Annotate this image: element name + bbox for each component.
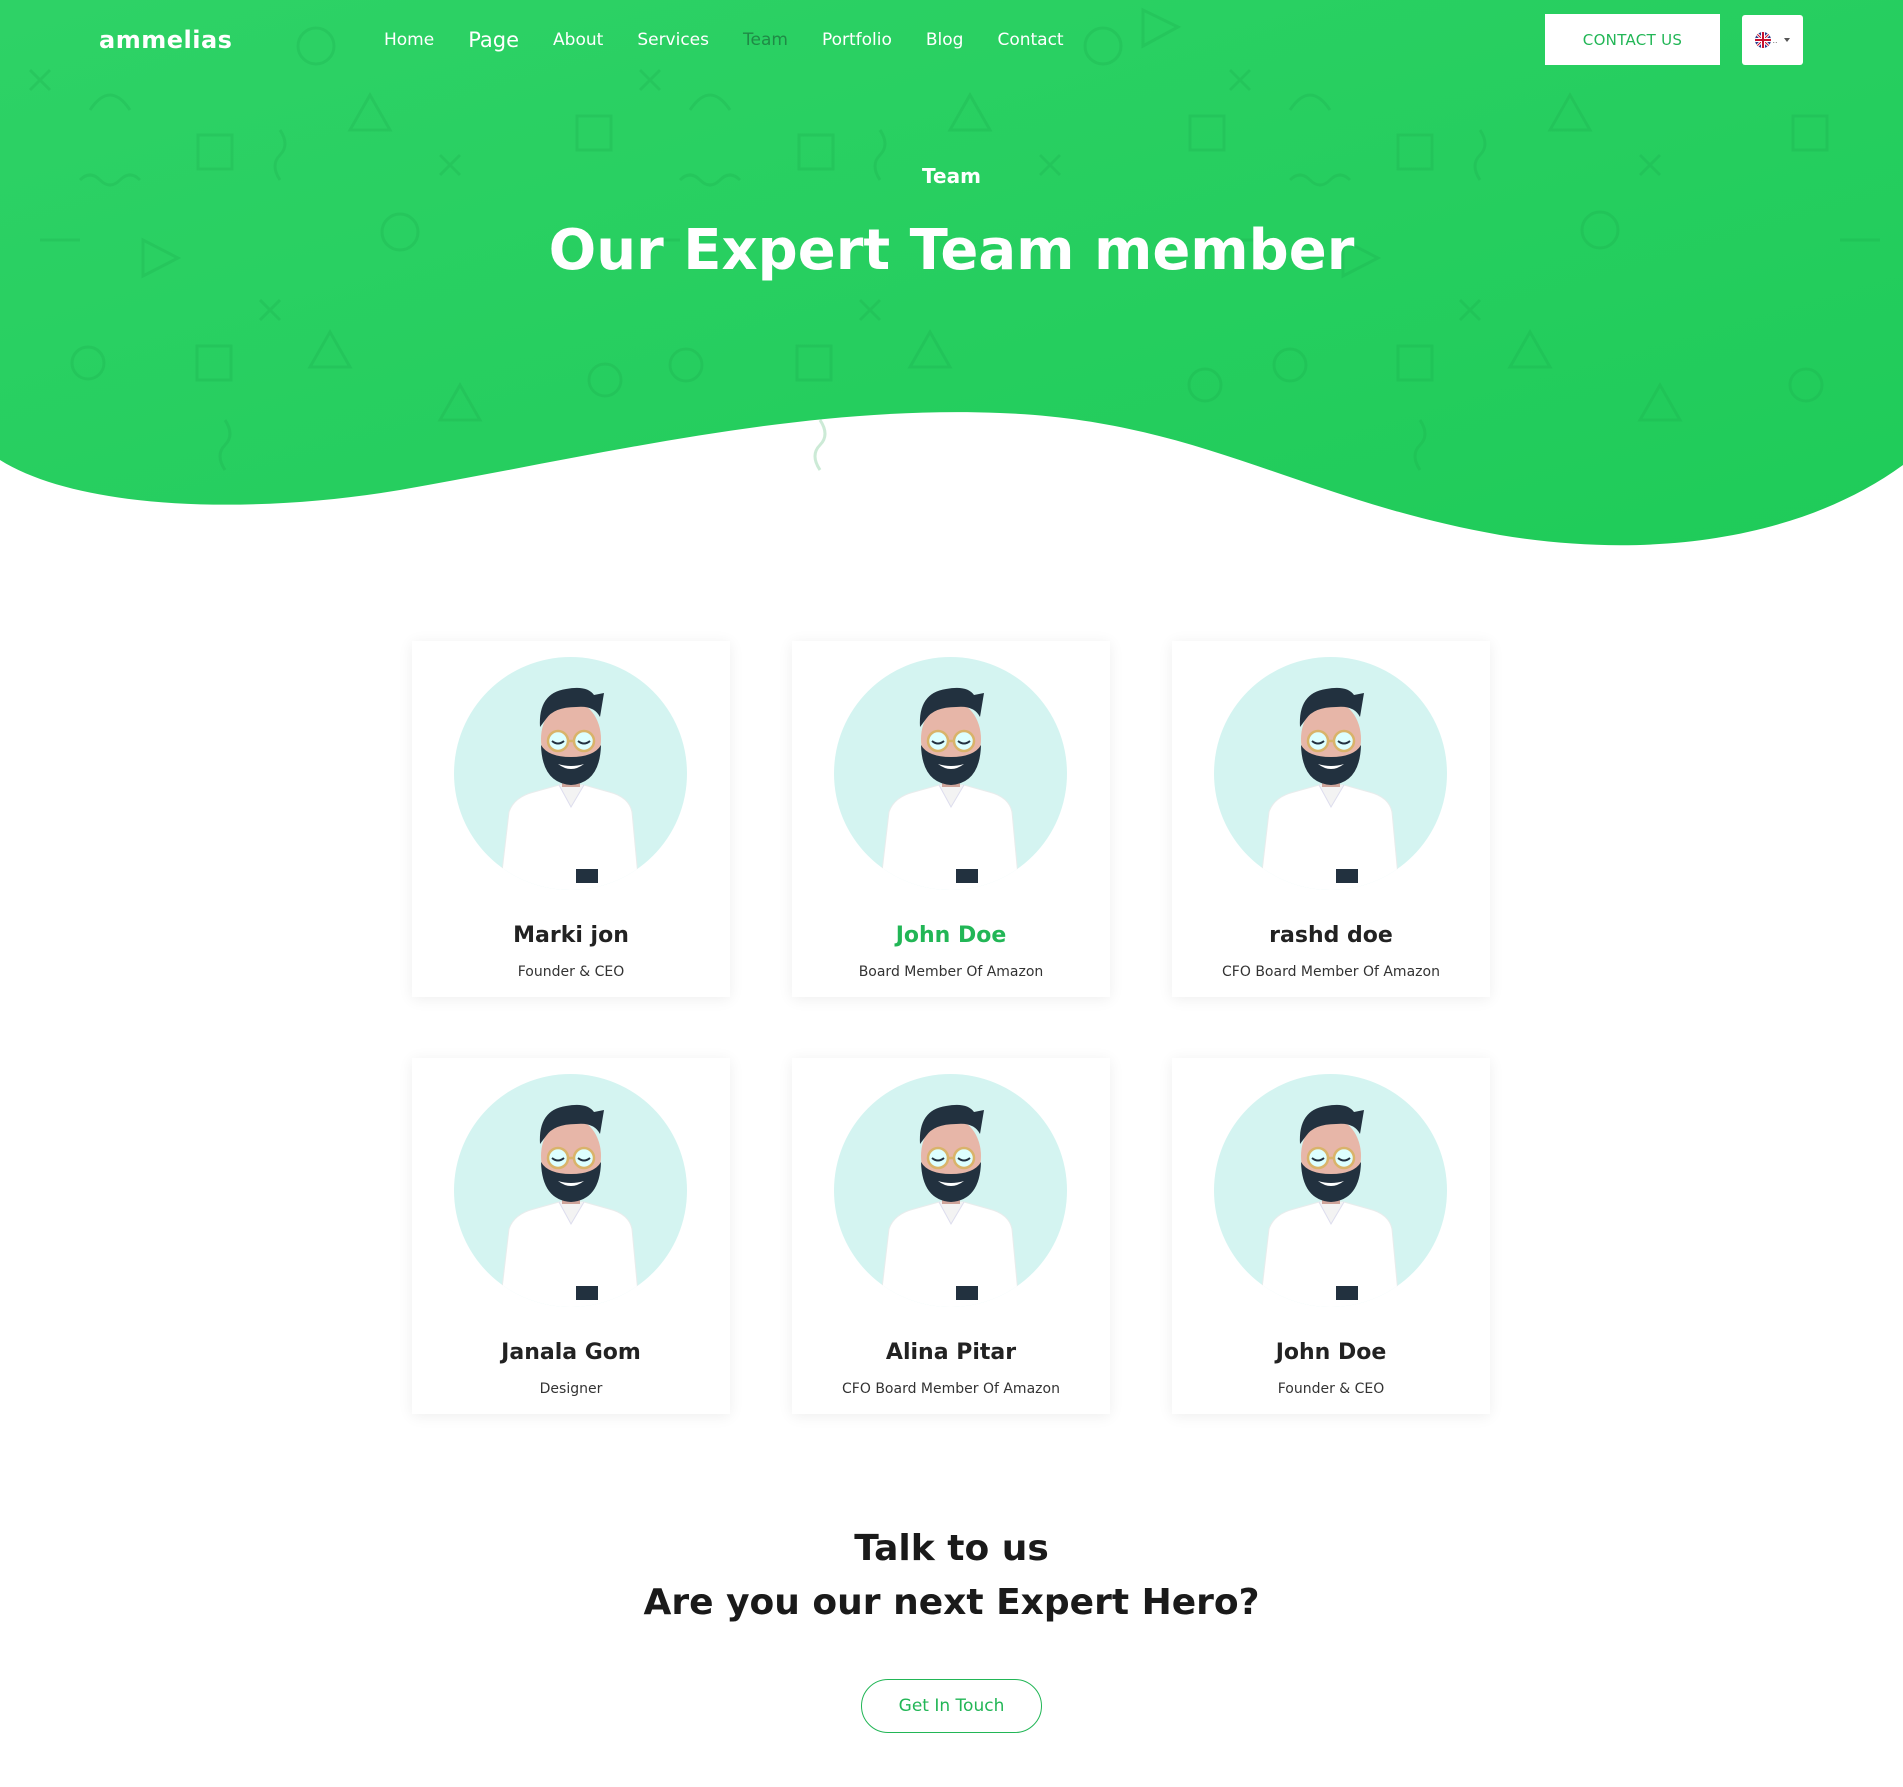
get-in-touch-button[interactable]: Get In Touch — [861, 1679, 1042, 1733]
team-card[interactable]: Alina Pitar CFO Board Member Of Amazon — [792, 1058, 1110, 1414]
team-card[interactable]: John Doe Founder & CEO — [1172, 1058, 1490, 1414]
nav-item-team[interactable]: Team — [743, 30, 788, 50]
team-card[interactable]: rashd doe CFO Board Member Of Amazon — [1172, 641, 1490, 997]
nav-item-blog[interactable]: Blog — [926, 30, 964, 50]
member-name: rashd doe — [1269, 923, 1393, 948]
hero-subtitle: Team — [922, 164, 981, 188]
uk-flag-icon — [1755, 32, 1772, 48]
language-more-indicator: .. — [1772, 35, 1778, 45]
member-name: Janala Gom — [501, 1340, 641, 1365]
avatar — [454, 1074, 687, 1307]
language-selector[interactable]: .. — [1742, 15, 1803, 65]
team-card[interactable]: John Doe Board Member Of Amazon — [792, 641, 1110, 997]
member-role: Board Member Of Amazon — [858, 964, 1044, 980]
member-role: CFO Board Member Of Amazon — [842, 1381, 1060, 1397]
member-name: Alina Pitar — [885, 1340, 1017, 1365]
team-card[interactable]: Marki jon Founder & CEO — [412, 641, 730, 997]
avatar — [834, 657, 1067, 890]
team-card[interactable]: Janala Gom Designer — [412, 1058, 730, 1414]
nav-item-home[interactable]: Home — [384, 30, 434, 50]
avatar — [454, 657, 687, 890]
avatar — [1214, 657, 1447, 890]
member-role: Founder & CEO — [1277, 1381, 1385, 1397]
chevron-down-icon — [1783, 38, 1790, 42]
brand-logo[interactable]: ammelias — [99, 26, 232, 54]
page-title: Our Expert Team member — [548, 218, 1355, 283]
member-name: John Doe — [1275, 1340, 1387, 1365]
avatar — [1214, 1074, 1447, 1307]
member-name: John Doe — [895, 923, 1007, 948]
nav-item-about[interactable]: About — [553, 30, 603, 50]
hero-section: ammelias Home Page About Services Team P… — [0, 0, 1903, 560]
cta-subtitle: Are you our next Expert Hero? — [643, 1582, 1260, 1623]
nav-item-page[interactable]: Page — [468, 28, 519, 52]
member-role: Founder & CEO — [517, 964, 625, 980]
nav-item-contact[interactable]: Contact — [997, 30, 1063, 50]
member-role: CFO Board Member Of Amazon — [1222, 964, 1440, 980]
member-role: Designer — [539, 1381, 603, 1397]
avatar — [834, 1074, 1067, 1307]
contact-us-button[interactable]: CONTACT US — [1545, 14, 1720, 65]
main-nav: Home Page About Services Team Portfolio … — [384, 28, 1098, 52]
member-name: Marki jon — [513, 923, 629, 948]
nav-item-portfolio[interactable]: Portfolio — [822, 30, 892, 50]
cta-title: Talk to us — [854, 1528, 1049, 1569]
nav-item-services[interactable]: Services — [637, 30, 709, 50]
